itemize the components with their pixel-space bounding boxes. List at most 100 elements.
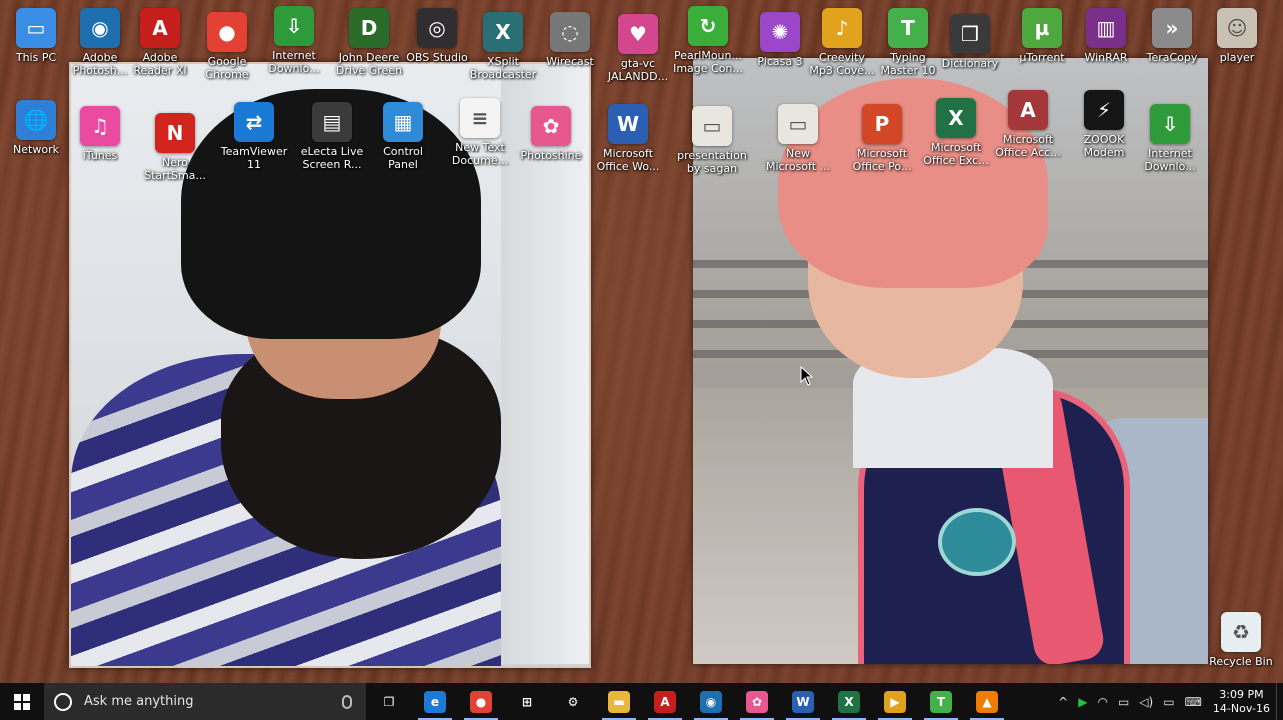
desktop-icon[interactable]: ☺ player [1201,8,1273,64]
dictionary-icon: ❒ [950,14,990,54]
desktop-icon-label: Microsoft Office Wo... [596,147,660,173]
word-icon: W [792,690,814,713]
desktop-icon-label: Nero StartSma... [144,156,206,182]
idm-icon: ⇩ [274,6,314,46]
windows-logo-icon [14,693,30,710]
desktop-icon[interactable]: ▤ eLecta Live Screen R... [296,102,368,171]
typing-master-icon: T [930,690,952,713]
cortana-icon [54,692,72,711]
desktop-icon[interactable]: ↻ PearlMoun... Image Con... [672,6,744,75]
presentation-file-icon: ▭ [692,106,732,146]
computer-icon: ▭ [16,8,56,48]
desktop-icon-label: Internet Downlo... [1144,147,1196,173]
control-panel-icon: ▦ [383,102,423,142]
edge-icon: e [424,690,446,713]
wifi-icon[interactable]: ◠ [1097,695,1107,709]
settings-icon: ⚙ [562,690,584,713]
desktop-icon[interactable]: ♥ gta-vc JALANDD... [602,14,674,83]
word-icon: W [608,104,648,144]
desktop-icon[interactable]: ▦ Control Panel [367,102,439,171]
chrome-icon: ● [470,690,492,713]
desktop-icon[interactable]: N Nero StartSma... [139,113,211,182]
taskbar: Ask me anything ❐ e ● ⊞ ⚙ ▬ A ◉ ✿ W X ▶ T ▲ ^ ▶ ◠ ▭ ◁… [0,683,1283,720]
wirecast-icon: ◌ [550,12,590,52]
taskbar-app-task-view[interactable]: ❐ [366,683,412,720]
desktop-icon[interactable]: W Microsoft Office Wo... [592,104,664,173]
taskbar-app-typing-master[interactable]: T [918,683,964,720]
chrome-icon: ● [207,12,247,52]
battery-icon[interactable]: ▭ [1118,695,1129,709]
winrar-icon: ▥ [1086,8,1126,48]
search-placeholder: Ask me anything [84,694,194,709]
keyboard-icon[interactable]: ⌨ [1185,695,1202,709]
access-icon: A [1008,90,1048,130]
taskbar-app-vlc[interactable]: ▲ [964,683,1010,720]
start-button[interactable] [0,683,44,720]
action-center-icon[interactable]: ▭ [1163,695,1174,709]
desktop-icon-label: Control Panel [383,145,423,171]
teracopy-icon: » [1152,8,1192,48]
new-presentation-icon: ▭ [778,104,818,144]
nero-icon: N [155,113,195,153]
show-hidden-icons-chevron[interactable]: ^ [1058,695,1068,709]
desktop-icon-label: Recycle Bin [1209,655,1273,668]
desktop-icon[interactable]: ≡ New Text Docume... [444,98,516,167]
volume-icon[interactable]: ◁) [1139,695,1153,709]
idm-icon-2: ⇩ [1150,104,1190,144]
desktop-icon[interactable]: ⇄ TeamViewer 11 [218,102,290,171]
desktop-icon[interactable]: X Microsoft Office Exc... [920,98,992,167]
task-view-icon: ❐ [378,690,400,713]
desktop-icon[interactable]: ⇩ Internet Downlo... [258,6,330,75]
desktop-icon[interactable]: ♻ Recycle Bin [1205,612,1277,668]
desktop-icon-label: Microsoft Office Po... [852,147,912,173]
desktop-icon-label: Microsoft Office Acc... [995,133,1061,159]
desktop-icon[interactable]: ▭ New Microsoft ... [762,104,834,173]
desktop-icon[interactable]: ▭ presentation by sagan [676,106,748,175]
taskbar-app-settings[interactable]: ⚙ [550,683,596,720]
taskbar-app-media-player[interactable]: ▶ [872,683,918,720]
taskbar-app-edge[interactable]: e [412,683,458,720]
utorrent-icon: µ [1022,8,1062,48]
pearlmountain-icon: ↻ [688,6,728,46]
network-icon: 🌐 [16,100,56,140]
desktop-icon[interactable]: 🌐 Network [0,100,72,156]
desktop-icon[interactable]: X XSplit Broadcaster [467,12,539,81]
cortana-search-box[interactable]: Ask me anything [44,683,366,720]
microphone-icon[interactable] [342,694,352,709]
desktop-icon-label: player [1219,51,1255,64]
recycle-bin-icon: ♻ [1221,612,1261,652]
desktop-icon[interactable]: ❒ Dictionary [934,14,1006,70]
taskbar-app-photoshop[interactable]: ◉ [688,683,734,720]
clock-date: 14-Nov-16 [1212,701,1270,715]
desktop-icon[interactable]: D John Deere Drive Green [333,8,405,77]
teamviewer-icon: ⇄ [234,102,274,142]
desktop-icon[interactable]: ♫ iTunes [64,106,136,162]
taskbar-app-store[interactable]: ⊞ [504,683,550,720]
desktop-icon[interactable]: A Microsoft Office Acc... [992,90,1064,159]
desktop-icon[interactable]: ⇩ Internet Downlo... [1134,104,1206,173]
taskbar-app-word[interactable]: W [780,683,826,720]
desktop-icon[interactable]: ✿ Photoshine [515,106,587,162]
taskbar-app-excel[interactable]: X [826,683,872,720]
store-icon: ⊞ [516,690,538,713]
media-player-icon: ▶ [884,690,906,713]
clock-time: 3:09 PM [1219,687,1264,701]
desktop-icon[interactable]: P Microsoft Office Po... [846,104,918,173]
taskbar-app-photoshine[interactable]: ✿ [734,683,780,720]
photoshine-icon: ✿ [531,106,571,146]
adobe-photoshop-icon: ◉ [700,690,722,713]
taskbar-app-chrome[interactable]: ● [458,683,504,720]
show-desktop-button[interactable] [1276,683,1283,720]
creevity-icon: ♪ [822,8,862,48]
clock[interactable]: 3:09 PM 14-Nov-16 [1213,688,1270,716]
desktop-icon-label: Internet Downlo... [268,49,320,75]
photoshine-icon: ✿ [746,690,768,713]
desktop[interactable]: ▭ This PC 🌐 Network ◉ Adobe Photosh... ♫ iTunes… [0,0,1283,683]
taskbar-app-adobe-reader[interactable]: A [642,683,688,720]
taskbar-app-file-explorer[interactable]: ▬ [596,683,642,720]
play-icon[interactable]: ▶ [1078,695,1087,709]
picasa-icon: ✺ [760,12,800,52]
xsplit-icon: X [483,12,523,52]
electa-icon: ▤ [312,102,352,142]
text-document-icon: ≡ [460,98,500,138]
